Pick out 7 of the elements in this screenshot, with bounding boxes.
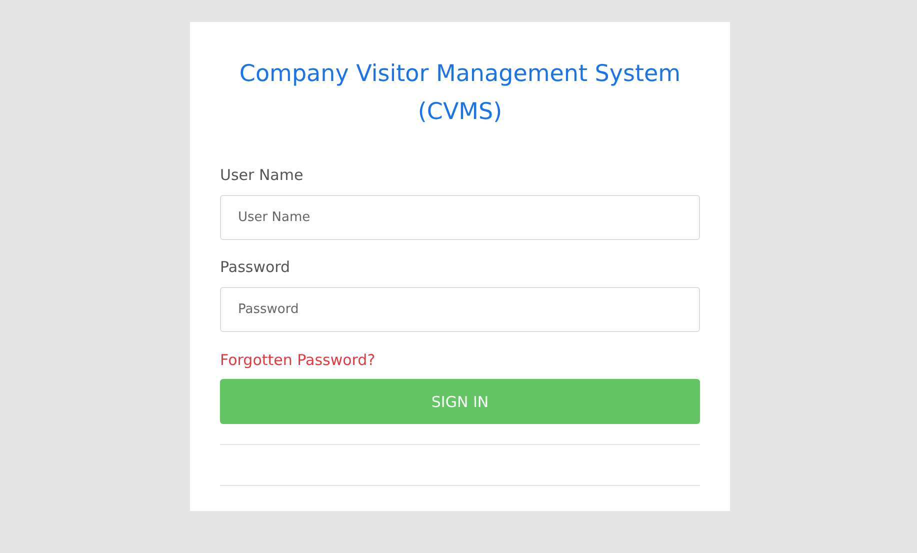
page-title: Company Visitor Management System (CVMS)	[238, 60, 682, 127]
sign-in-button[interactable]: SIGN IN	[220, 379, 700, 424]
input-field[interactable]: User Name	[220, 195, 700, 240]
forgot-password-link[interactable]: Forgotten Password?	[220, 351, 376, 369]
field-label: Password	[220, 258, 290, 276]
field-label: User Name	[220, 166, 304, 184]
input-field[interactable]: Password	[220, 287, 700, 332]
